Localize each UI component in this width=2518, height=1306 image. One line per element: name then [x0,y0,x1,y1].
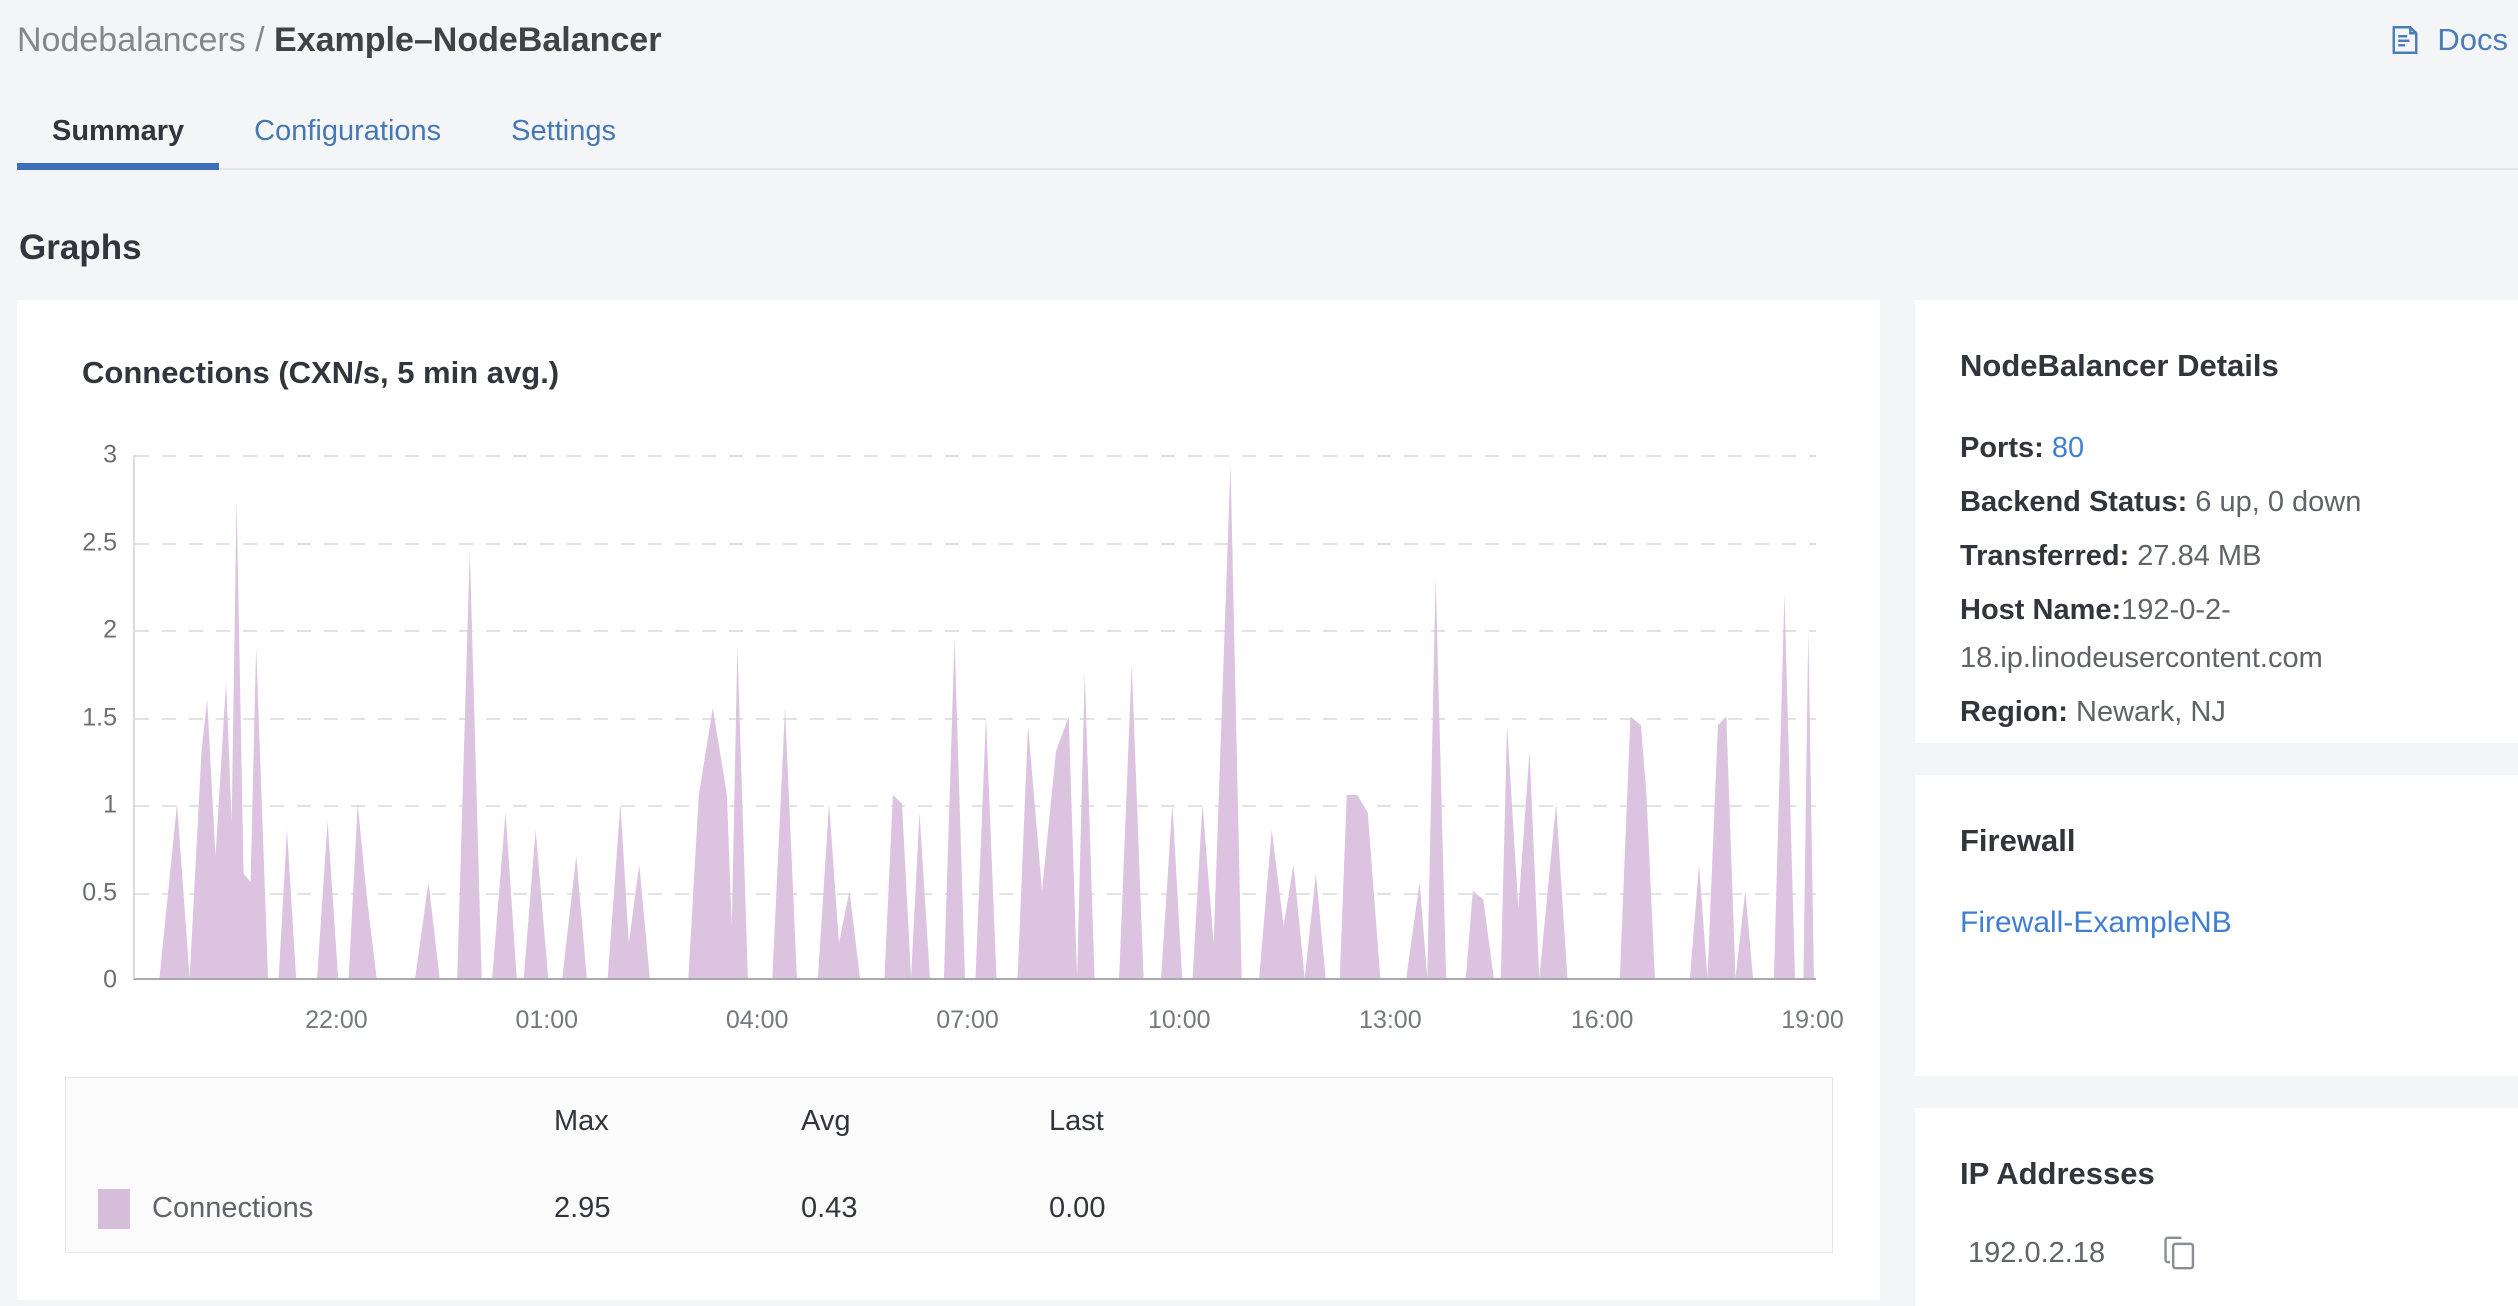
x-axis-labels: 22:00 01:00 04:00 07:00 10:00 13:00 16:00 19:00 [17,423,1880,1158]
ip-addresses-card: IP Addresses 192.0.2.18 [1915,1108,2518,1306]
legend-header-max: Max [554,1105,609,1137]
copy-icon[interactable] [2163,1234,2197,1272]
legend-series-name: Connections [152,1192,314,1224]
x-tick-label: 01:00 [515,1006,579,1034]
legend-series-cell: Connections [66,1188,554,1229]
x-tick-label: 16:00 [1570,1006,1634,1034]
topbar: Nodebalancers / Example–NodeBalancer Doc… [17,0,2508,80]
x-tick-label: 10:00 [1147,1006,1211,1034]
nodebalancer-details-card: NodeBalancer Details Ports: 80 Backend S… [1915,300,2518,743]
x-tick-label: 04:00 [725,1006,789,1034]
region-value: Newark, NJ [2076,696,2226,728]
main-content: Connections (CXN/s, 5 min avg.) 0 0.5 1 1.5… [17,300,2518,1306]
tab-summary[interactable]: Summary [17,98,220,170]
backend-status-label: Backend Status: [1960,486,2196,518]
legend-table: Max Avg Last Connections 2.95 0.43 0.00 [65,1077,1833,1253]
hostname-label: Host Name: [1960,594,2122,626]
breadcrumb: Nodebalancers / Example–NodeBalancer [17,21,661,60]
region-label: Region: [1960,696,2076,728]
legend-header-row: Max Avg Last [66,1078,1832,1165]
firewall-card: Firewall Firewall-ExampleNB [1915,775,2518,1076]
details-card-title: NodeBalancer Details [1960,348,2279,383]
ports-row: Ports: 80 [1960,424,2465,472]
region-row: Region: Newark, NJ [1960,688,2465,736]
legend-avg-value: 0.43 [801,1192,858,1224]
tabbar: Summary Configurations Settings [17,98,2518,170]
connections-swatch [98,1188,130,1229]
x-tick-label: 19:00 [1781,1006,1844,1034]
connections-chart-card: Connections (CXN/s, 5 min avg.) 0 0.5 1 1.5… [17,300,1880,1300]
ip-card-title: IP Addresses [1960,1156,2155,1191]
firewall-card-title: Firewall [1960,823,2076,858]
legend-header-avg: Avg [801,1105,851,1137]
page-title: Example–NodeBalancer [274,20,662,59]
breadcrumb-separator: / [245,20,275,59]
port-80-link[interactable]: 80 [2052,432,2084,464]
firewall-example-link[interactable]: Firewall-ExampleNB [1960,906,2232,940]
legend-header-last: Last [1049,1105,1104,1137]
ports-label: Ports: [1960,432,2052,464]
docs-icon [2387,22,2423,58]
x-tick-label: 13:00 [1359,1006,1422,1034]
x-tick-label: 07:00 [936,1006,999,1034]
backend-status-row: Backend Status: 6 up, 0 down [1960,478,2465,526]
transferred-label: Transferred: [1960,540,2138,572]
chart-title: Connections (CXN/s, 5 min avg.) [82,355,560,390]
ip-address-value: 192.0.2.18 [1968,1236,2106,1269]
graphs-heading: Graphs [19,228,142,267]
ip-address-row: 192.0.2.18 [1960,1234,2478,1272]
connections-chart: 0 0.5 1 1.5 2 2.5 3 22:00 01:00 04:00 07:00 10:00 1… [17,423,1880,1158]
hostname-row: Host Name:192-0-2-18.ip.linodeuserconten… [1960,586,2465,682]
page-root: Nodebalancers / Example–NodeBalancer Doc… [0,0,2518,1306]
transferred-row: Transferred: 27.84 MB [1960,532,2465,580]
legend-last-value: 0.00 [1049,1192,1106,1224]
legend-data-row: Connections 2.95 0.43 0.00 [66,1165,1832,1252]
breadcrumb-nodebalancers-link[interactable]: Nodebalancers [17,21,246,59]
sidebar: NodeBalancer Details Ports: 80 Backend S… [1915,300,2518,1306]
transferred-value: 27.84 MB [2137,540,2262,572]
tab-configurations[interactable]: Configurations [219,98,476,168]
docs-link[interactable]: Docs [2387,22,2508,58]
details-rows: Ports: 80 Backend Status: 6 up, 0 down T… [1960,424,2465,736]
backend-status-value: 6 up, 0 down [2195,486,2362,518]
docs-label: Docs [2437,22,2508,57]
tab-settings[interactable]: Settings [476,98,651,168]
x-tick-label: 22:00 [305,1006,368,1034]
legend-max-value: 2.95 [554,1192,611,1224]
